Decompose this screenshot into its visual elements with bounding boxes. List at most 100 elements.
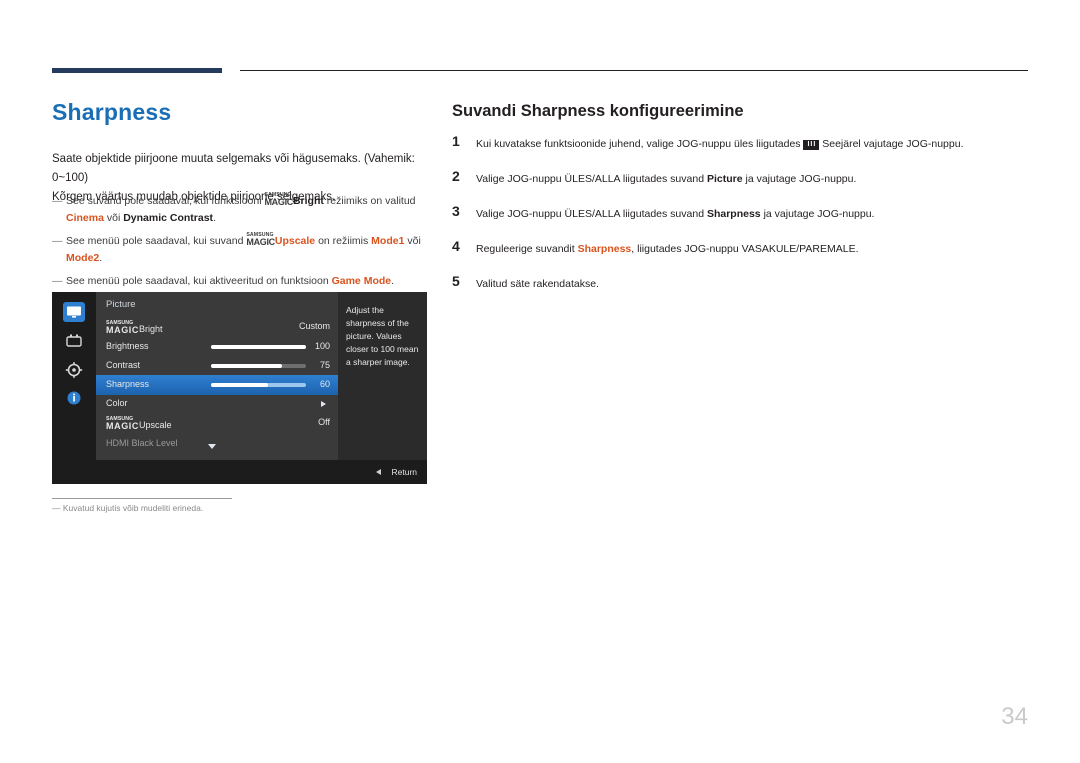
step-item-5: 5 Valitud säte rakendatakse. — [452, 273, 1032, 311]
osd-row-value: 75 — [319, 360, 330, 370]
samsung-magic-logo: SAMSUNG MAGIC — [106, 320, 139, 336]
step-text-tail: Seejärel vajutage JOG-nuppu. — [819, 138, 964, 150]
chevron-right-icon — [321, 401, 326, 407]
note-text-pre: See menüü pole saadaval, kui suvand — [66, 235, 247, 248]
note-text-post: . — [391, 275, 395, 288]
osd-row-sharpness[interactable]: Sharpness 60 — [96, 375, 338, 395]
osd-row-value: 100 — [314, 341, 330, 351]
note-text-mid: režiimiks on valitud — [323, 195, 416, 208]
osd-row-contrast[interactable]: Contrast 75 — [96, 356, 338, 376]
osd-row-magicupscale[interactable]: SAMSUNG MAGIC Upscale Off — [96, 413, 338, 433]
step-number: 3 — [452, 203, 460, 219]
step-item-2: 2 Valige JOG-nuppu ÜLES/ALLA liigutades … — [452, 168, 1032, 206]
osd-row-label: SAMSUNG MAGIC Upscale — [106, 416, 172, 432]
page-title: Sharpness — [52, 99, 172, 125]
note-text-post: . — [99, 252, 103, 265]
osd-row-magicbright[interactable]: SAMSUNG MAGIC Bright Custom — [96, 317, 338, 337]
note-dash: ― — [52, 235, 63, 248]
osd-row-value: 60 — [319, 379, 330, 389]
note-text-pre: See suvand pole saadaval, kui funktsioon… — [66, 195, 265, 208]
header-rule-left — [52, 68, 222, 73]
step-text: Valige JOG-nuppu ÜLES/ALLA liigutades su… — [476, 173, 707, 185]
pc-input-icon[interactable] — [63, 332, 85, 352]
osd-row-label: Sharpness — [106, 379, 150, 389]
note-highlight-1: Mode1 — [371, 235, 405, 248]
osd-slider-fill — [211, 364, 282, 368]
step-text: Kui kuvatakse funktsioonide juhend, vali… — [476, 138, 804, 150]
jog-menu-icon: III — [803, 140, 820, 150]
osd-icon-bar — [52, 292, 96, 460]
osd-row-value: Off — [318, 417, 330, 427]
step-text-tail: ja vajutage JOG-nuppu. — [742, 173, 857, 185]
osd-slider-contrast[interactable] — [211, 364, 306, 368]
osd-help-text: Adjust the sharpness of the picture. Val… — [338, 292, 427, 460]
note-dash: ― — [52, 195, 63, 207]
osd-slider-brightness[interactable] — [211, 345, 306, 349]
info-icon[interactable] — [63, 388, 85, 408]
step-text-tail: , liigutades JOG-nuppu VASAKULE/PAREMALE… — [631, 243, 859, 255]
steps-list: 1 Kui kuvatakse funktsioonide juhend, va… — [452, 133, 1032, 311]
osd-panel-title: Picture — [106, 299, 136, 310]
step-item-4: 4 Reguleerige suvandit Sharpness, liigut… — [452, 238, 1032, 276]
osd-slider-fill — [211, 383, 268, 387]
step-text-tail: ja vajutage JOG-nuppu. — [760, 208, 875, 220]
note-text-mid2: või — [404, 235, 421, 248]
osd-slider-sharpness[interactable] — [211, 383, 306, 387]
osd-row-label: SAMSUNG MAGIC Bright — [106, 320, 163, 336]
note-highlight-2: Mode2 — [66, 252, 100, 265]
osd-row-brightness[interactable]: Brightness 100 — [96, 337, 338, 357]
step-number: 5 — [452, 273, 460, 289]
osd-screenshot: Picture SAMSUNG MAGIC Bright Custom Bright… — [52, 292, 427, 484]
note-item: ― See menüü pole saadaval, kui aktiveeri… — [52, 273, 437, 290]
note-highlight-2: Dynamic Contrast — [123, 212, 214, 225]
note-bold-term: Bright — [292, 195, 324, 208]
osd-row-label: Brightness — [106, 341, 149, 351]
osd-return-label[interactable]: Return — [391, 467, 417, 477]
note-highlight-1: Game Mode — [331, 275, 392, 288]
note-text-pre: See menüü pole saadaval, kui aktiveeritu… — [66, 275, 332, 288]
header-rule-right — [240, 70, 1028, 71]
samsung-magic-logo: SAMSUNG MAGIC — [264, 192, 293, 208]
step-item-1: 1 Kui kuvatakse funktsioonide juhend, va… — [452, 133, 1032, 171]
osd-slider-fill — [211, 345, 306, 349]
footnote-rule — [52, 498, 232, 499]
page-number: 34 — [1001, 703, 1028, 730]
step-bold-term: Sharpness — [577, 243, 632, 255]
osd-footer: Return — [52, 460, 427, 484]
step-number: 1 — [452, 133, 460, 149]
note-text-mid: on režiimis — [315, 235, 372, 248]
osd-row-color[interactable]: Color — [96, 394, 338, 414]
gear-icon[interactable] — [63, 360, 85, 380]
osd-row-hdmi-black-level[interactable]: HDMI Black Level — [96, 434, 338, 454]
chevron-down-icon — [208, 444, 216, 449]
osd-row-label: Contrast — [106, 360, 141, 370]
samsung-magic-logo: SAMSUNG MAGIC — [246, 232, 275, 248]
note-item: ― See menüü pole saadaval, kui suvand SA… — [52, 232, 437, 267]
chevron-left-icon — [376, 469, 381, 475]
osd-panel: Picture SAMSUNG MAGIC Bright Custom Bright… — [96, 292, 338, 460]
note-text-post: . — [213, 212, 216, 225]
footnote: ― Kuvatud kujutis võib mudeliti erineda. — [52, 503, 204, 513]
monitor-icon[interactable] — [63, 302, 85, 322]
note-bold-term: Upscale — [274, 235, 316, 248]
section-title: Suvandi Sharpness konfigureerimine — [452, 102, 744, 120]
note-dash: ― — [52, 275, 63, 288]
note-item: ― See suvand pole saadaval, kui funktsio… — [52, 192, 437, 227]
step-bold-term: Picture — [706, 173, 743, 185]
lead-line-1: Saate objektide piirjoone muuta selgemak… — [52, 153, 415, 184]
osd-row-label: HDMI Black Level — [106, 438, 178, 448]
osd-row-label: Color — [106, 398, 128, 408]
step-item-3: 3 Valige JOG-nuppu ÜLES/ALLA liigutades … — [452, 203, 1032, 241]
step-text: Valitud säte rakendatakse. — [476, 278, 599, 290]
step-text: Valige JOG-nuppu ÜLES/ALLA liigutades su… — [476, 208, 707, 220]
note-text-mid2: või — [103, 212, 124, 225]
step-number: 4 — [452, 238, 460, 254]
samsung-magic-logo: SAMSUNG MAGIC — [106, 416, 139, 432]
step-number: 2 — [452, 168, 460, 184]
page: Sharpness Saate objektide piirjoone muut… — [0, 0, 1080, 763]
note-highlight-1: Cinema — [66, 212, 104, 225]
notes-list: ― See suvand pole saadaval, kui funktsio… — [52, 192, 437, 296]
step-text: Reguleerige suvandit — [476, 243, 578, 255]
step-bold-term: Sharpness — [706, 208, 761, 220]
osd-row-value: Custom — [298, 321, 330, 331]
